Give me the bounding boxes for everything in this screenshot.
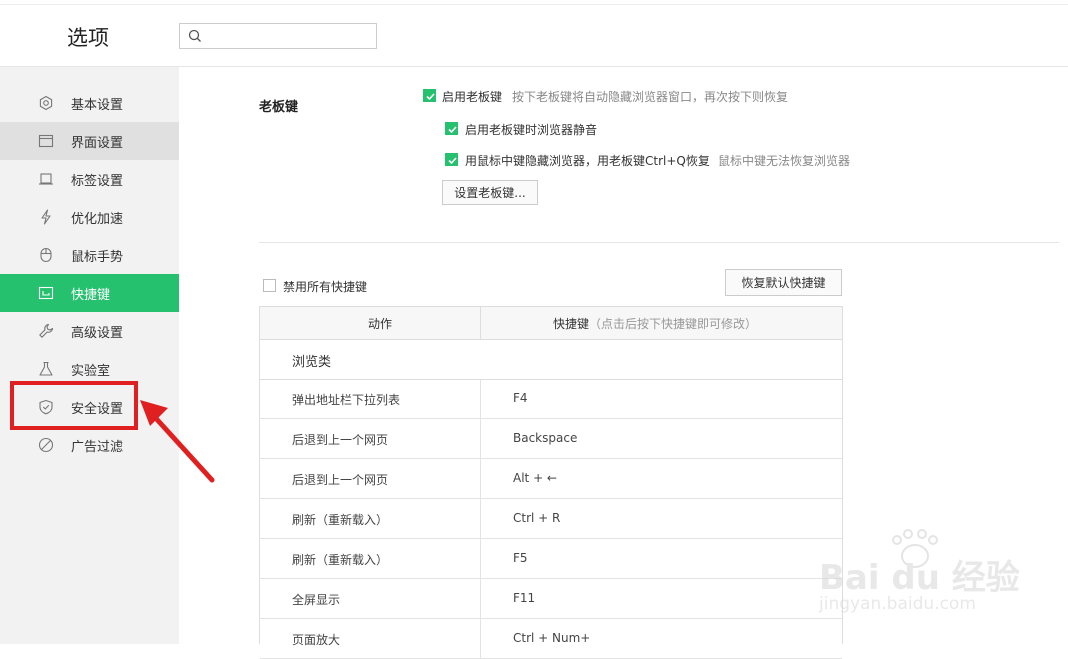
watermark-logo-text: Bai du 经验 <box>819 558 1020 598</box>
disable-all-shortcuts-checkbox[interactable] <box>263 279 276 292</box>
row-action: 全屏显示 <box>292 593 341 607</box>
table-row[interactable]: 页面放大 Ctrl + Num+ <box>260 619 842 659</box>
page-title: 选项 <box>67 26 109 50</box>
sidebar-item-speed[interactable]: 优化加速 <box>0 198 179 236</box>
wrench-icon <box>39 323 54 338</box>
sidebar-item-label: 鼠标手势 <box>71 250 124 265</box>
sidebar-item-label: 实验室 <box>71 364 111 379</box>
search-box[interactable] <box>179 23 377 49</box>
lightning-icon <box>41 209 51 225</box>
table-row[interactable]: 弹出地址栏下拉列表 F4 <box>260 379 842 419</box>
boss-key-title: 老板键 <box>259 100 299 115</box>
disable-all-shortcuts-label[interactable]: 禁用所有快捷键 <box>283 278 367 295</box>
annotation-arrow-icon <box>140 400 215 483</box>
row-action: 页面放大 <box>292 633 341 647</box>
table-group-row: 浏览类 <box>260 340 842 380</box>
sidebar-item-interface[interactable]: 界面设置 <box>0 122 179 160</box>
row-separator <box>480 619 481 659</box>
sidebar-item-label: 广告过滤 <box>71 440 124 455</box>
row-separator <box>480 379 481 419</box>
enable-boss-key-hint: 按下老板键将自动隐藏浏览器窗口，再次按下则恢复 <box>512 90 789 104</box>
check-icon <box>448 126 457 134</box>
sidebar-item-label: 界面设置 <box>71 136 124 151</box>
mouse-icon <box>40 247 52 263</box>
row-separator <box>480 499 481 539</box>
sidebar-item-mouse[interactable]: 鼠标手势 <box>0 236 179 274</box>
check-icon <box>426 93 435 101</box>
flask-icon <box>39 361 53 376</box>
row-key[interactable]: Backspace <box>513 431 577 445</box>
top-divider <box>0 4 1068 5</box>
group-label: 浏览类 <box>292 355 332 370</box>
sidebar-item-label: 标签设置 <box>71 174 124 189</box>
watermark: Bai du 经验 jingyan.baidu.com <box>815 528 1020 628</box>
row-action: 弹出地址栏下拉列表 <box>292 393 401 407</box>
sidebar-item-tabs[interactable]: 标签设置 <box>0 160 179 198</box>
middle-click-hide-hint: 鼠标中键无法恢复浏览器 <box>718 154 851 168</box>
mute-on-boss-key-label[interactable]: 启用老板键时浏览器静音 <box>465 121 597 138</box>
sidebar-item-advanced[interactable]: 高级设置 <box>0 312 179 350</box>
column-separator <box>480 307 481 339</box>
gear-icon <box>39 95 53 111</box>
row-separator <box>480 539 481 579</box>
row-key[interactable]: Ctrl + Num+ <box>513 631 590 645</box>
tab-icon <box>39 173 53 185</box>
row-key[interactable]: F5 <box>513 551 528 565</box>
row-action: 后退到上一个网页 <box>292 473 389 487</box>
block-icon <box>38 437 54 453</box>
table-header: 动作 快捷键（点击后按下快捷键即可修改） <box>260 307 842 340</box>
row-separator <box>480 579 481 619</box>
row-separator <box>480 459 481 499</box>
table-row[interactable]: 后退到上一个网页 Backspace <box>260 419 842 459</box>
row-action: 刷新（重新载入） <box>292 553 389 567</box>
row-key[interactable]: F4 <box>513 391 528 405</box>
row-action: 刷新（重新载入） <box>292 513 389 527</box>
header: 选项 <box>0 0 1068 67</box>
row-key[interactable]: Alt + ← <box>513 471 557 485</box>
sidebar-item-shortcuts[interactable]: 快捷键 <box>0 274 179 312</box>
enable-boss-key-label[interactable]: 启用老板键 <box>442 88 502 105</box>
table-row[interactable]: 后退到上一个网页 Alt + ← <box>260 459 842 499</box>
sidebar: 基本设置 界面设置 标签设置 优化加速 鼠标手势 快捷键 高级设置 实验室 安全… <box>0 67 179 644</box>
middle-click-hide-checkbox[interactable] <box>445 153 458 166</box>
keyboard-icon <box>38 286 54 300</box>
sidebar-item-label: 基本设置 <box>71 98 124 113</box>
middle-click-hide-label[interactable]: 用鼠标中键隐藏浏览器，用老板键Ctrl+Q恢复 <box>465 152 710 169</box>
search-input[interactable] <box>208 26 372 48</box>
sidebar-item-label: 快捷键 <box>71 288 111 303</box>
window-icon <box>38 134 54 148</box>
row-key[interactable]: Ctrl + R <box>513 511 560 525</box>
row-key[interactable]: F11 <box>513 591 535 605</box>
row-separator <box>480 419 481 459</box>
check-icon <box>448 157 457 165</box>
sidebar-item-label: 高级设置 <box>71 326 124 341</box>
mute-on-boss-key-checkbox[interactable] <box>445 122 458 135</box>
annotation-highlight-box <box>10 381 138 430</box>
column-header-key: 快捷键（点击后按下快捷键即可修改） <box>553 315 757 332</box>
table-row[interactable]: 全屏显示 F11 <box>260 579 842 619</box>
restore-default-shortcuts-button[interactable]: 恢复默认快捷键 <box>725 269 842 296</box>
table-row[interactable]: 刷新（重新载入） F5 <box>260 539 842 579</box>
sidebar-item-label: 优化加速 <box>71 212 124 227</box>
column-header-action: 动作 <box>368 317 393 331</box>
set-boss-key-button[interactable]: 设置老板键... <box>442 180 538 205</box>
table-row[interactable]: 刷新（重新载入） Ctrl + R <box>260 499 842 539</box>
shortcuts-table: 动作 快捷键（点击后按下快捷键即可修改） 浏览类 弹出地址栏下拉列表 F4 后退… <box>259 306 843 659</box>
section-divider <box>259 242 1059 243</box>
search-icon <box>188 29 201 42</box>
enable-boss-key-checkbox[interactable] <box>423 89 436 102</box>
column-header-key-note: （点击后按下快捷键即可修改） <box>589 317 758 331</box>
sidebar-item-basic[interactable]: 基本设置 <box>0 84 179 122</box>
watermark-url: jingyan.baidu.com <box>819 594 976 614</box>
row-action: 后退到上一个网页 <box>292 433 389 447</box>
column-header-key-label: 快捷键 <box>553 317 590 331</box>
